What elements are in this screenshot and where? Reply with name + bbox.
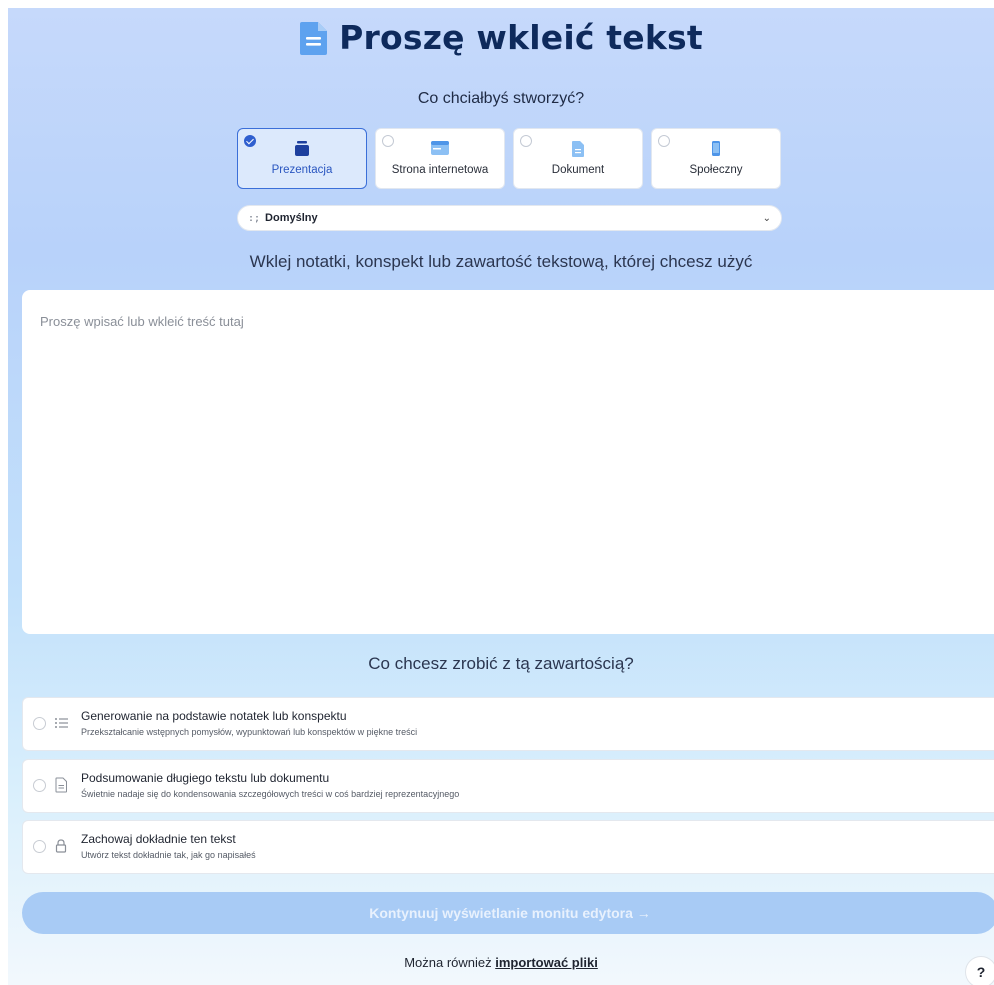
option-title: Generowanie na podstawie notatek lub kon… [81,709,347,723]
content-prompt-label: Wklej notatki, konspekt lub zawartość te… [249,252,753,271]
import-line: Można również importować pliki [8,955,994,970]
option-preserve[interactable]: Zachowaj dokładnie ten tekst Utwórz teks… [22,820,994,874]
create-question: Co chciałbyś stworzyć? [417,90,585,107]
page-header: Proszę wkleić tekst [8,18,994,57]
option-generate[interactable]: Generowanie na podstawie notatek lub kon… [22,697,994,751]
continue-button[interactable]: Kontynuuj wyświetlanie monitu edytora → [22,892,994,934]
type-label: Dokument [551,164,605,176]
webpage-icon [431,141,449,155]
chevron-down-icon: ⌄ [762,212,771,224]
type-card-social[interactable]: Społeczny [651,128,781,189]
page: Proszę wkleić tekst Co chciałbyś stworzy… [8,8,994,985]
option-title: Podsumowanie długiego tekstu lub dokumen… [81,771,330,785]
option-description: Przekształcanie wstępnych pomysłów, wypu… [81,727,418,737]
type-label: Strona internetowa [391,164,489,176]
presentation-icon [295,141,309,156]
theme-icon: :; [248,212,261,224]
type-card-document[interactable]: Dokument [513,128,643,189]
phone-icon [712,141,720,156]
option-title: Zachowaj dokładnie ten tekst [81,832,236,846]
option-summarize[interactable]: Podsumowanie długiego tekstu lub dokumen… [22,759,994,813]
list-icon [55,718,68,728]
lock-icon [55,839,67,853]
help-button[interactable]: ? [965,956,994,985]
type-card-presentation[interactable]: Prezentacja [237,128,367,189]
action-question: Co chcesz zrobić z tą zawartością? [368,654,634,673]
option-description: Utwórz tekst dokładnie tak, jak go napis… [81,850,256,860]
type-selector: Prezentacja Strona internetowa Dokument … [237,128,781,189]
textarea-placeholder: Proszę wpisać lub wkleić treść tutaj [40,314,244,329]
radio-icon [33,779,46,792]
import-prefix: Można również [404,955,496,970]
theme-dropdown[interactable]: :; Domyślny ⌄ [237,205,782,231]
radio-icon [33,840,46,853]
document-icon [300,21,328,55]
type-card-webpage[interactable]: Strona internetowa [375,128,505,189]
document-icon [572,141,584,157]
page-title: Proszę wkleić tekst [339,18,703,57]
theme-value: Domyślny [265,212,318,224]
type-label: Prezentacja [271,164,333,176]
import-files-link[interactable]: importować pliki [495,955,598,970]
content-textarea[interactable]: Proszę wpisać lub wkleić treść tutaj [22,290,994,634]
radio-icon [33,717,46,730]
file-icon [55,777,67,793]
option-description: Świetnie nadaje się do kondensowania szc… [81,789,460,799]
type-label: Społeczny [689,164,743,176]
